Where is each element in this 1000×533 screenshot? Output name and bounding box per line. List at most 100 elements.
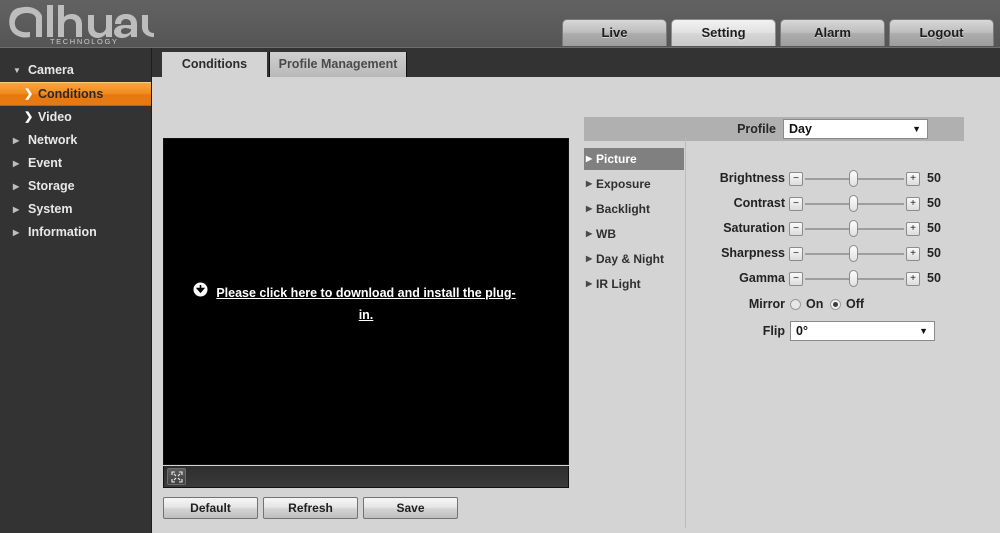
sidebar-item-video[interactable]: ❯ Video [0,106,151,129]
submenu-label-backlight: Backlight [596,202,651,216]
chevron-down-icon: ▼ [912,124,921,134]
chevron-right-icon: ▶ [13,159,20,168]
sidebar-item-storage[interactable]: ▶ Storage [0,175,151,198]
video-preview[interactable]: Please click here to download and instal… [163,138,569,465]
sidebar-label-camera: Camera [28,63,74,77]
sharpness-increase-button[interactable]: + [906,247,920,261]
topnav-logout[interactable]: Logout [889,19,994,46]
triangle-right-icon: ▶ [586,179,593,188]
tab-profile-management[interactable]: Profile Management [269,52,407,77]
topnav-setting[interactable]: Setting [671,19,776,46]
saturation-value: 50 [927,221,941,235]
brightness-value: 50 [927,171,941,185]
sidebar-item-event[interactable]: ▶ Event [0,152,151,175]
submenu-item-picture[interactable]: ▶ Picture [584,148,684,170]
refresh-button[interactable]: Refresh [263,497,358,519]
topnav-alarm[interactable]: Alarm [780,19,885,46]
sidebar-label-event: Event [28,156,63,170]
sidebar-item-system[interactable]: ▶ System [0,198,151,221]
saturation-row: Saturation − + 50 [697,216,997,241]
app-root: TECHNOLOGY Live Setting Alarm Logout ▼ C… [0,0,1000,533]
chevron-right-icon: ❯ [24,111,34,123]
profile-select[interactable]: Day ▼ [783,119,928,139]
sharpness-value: 50 [927,246,941,260]
submenu-label-wb: WB [596,227,616,241]
sidebar-item-camera[interactable]: ▼ Camera [0,59,151,82]
download-circle-icon [193,282,208,297]
profile-select-value: Day [789,122,812,136]
sidebar-label-system: System [28,202,73,216]
svg-text:TECHNOLOGY: TECHNOLOGY [50,37,119,46]
contrast-value: 50 [927,196,941,210]
contrast-decrease-button[interactable]: − [789,197,803,211]
sidebar-item-information[interactable]: ▶ Information [0,221,151,244]
gamma-slider-thumb[interactable] [849,270,858,287]
sidebar-label-information: Information [28,225,97,239]
submenu-item-day-night[interactable]: ▶ Day & Night [584,248,684,270]
profile-label: Profile [737,122,776,136]
sharpness-decrease-button[interactable]: − [789,247,803,261]
profile-bar: Profile Day ▼ [584,117,964,141]
saturation-decrease-button[interactable]: − [789,222,803,236]
saturation-label: Saturation [723,221,785,235]
saturation-increase-button[interactable]: + [906,222,920,236]
chevron-right-icon: ❯ [24,88,34,100]
sidebar-label-storage: Storage [28,179,75,193]
gamma-row: Gamma − + 50 [697,266,997,291]
gamma-decrease-button[interactable]: − [789,272,803,286]
flip-row: Flip 0° ▼ [697,318,997,345]
submenu-item-wb[interactable]: ▶ WB [584,223,684,245]
chevron-right-icon: ▶ [13,228,20,237]
brightness-slider-thumb[interactable] [849,170,858,187]
plugin-download-link[interactable]: Please click here to download and instal… [210,282,522,326]
save-button[interactable]: Save [363,497,458,519]
chevron-right-icon: ▶ [13,136,20,145]
plugin-message-block: Please click here to download and instal… [164,282,568,326]
submenu-item-ir-light[interactable]: ▶ IR Light [584,273,684,295]
mirror-radio-on[interactable] [790,299,801,310]
submenu-item-exposure[interactable]: ▶ Exposure [584,173,684,195]
submenu-label-picture: Picture [596,152,637,166]
action-buttons: Default Refresh Save [163,497,458,519]
gamma-increase-button[interactable]: + [906,272,920,286]
sharpness-row: Sharpness − + 50 [697,241,997,266]
app-header: TECHNOLOGY Live Setting Alarm Logout [0,0,1000,48]
fullscreen-icon[interactable] [167,468,186,485]
sidebar-item-network[interactable]: ▶ Network [0,129,151,152]
triangle-right-icon: ▶ [586,229,593,238]
video-toolbar [163,466,569,488]
submenu-label-day-night: Day & Night [596,252,665,266]
flip-label: Flip [762,324,785,338]
conditions-panel: Please click here to download and instal… [152,77,1000,533]
content-area: Conditions Profile Management Please cli… [152,48,1000,533]
contrast-increase-button[interactable]: + [906,197,920,211]
contrast-slider-thumb[interactable] [849,195,858,212]
sidebar-item-conditions[interactable]: ❯ Conditions [0,82,151,106]
chevron-down-icon: ▼ [13,66,21,75]
flip-select[interactable]: 0° ▼ [790,321,935,341]
brightness-increase-button[interactable]: + [906,172,920,186]
chevron-right-icon: ▶ [13,182,20,191]
dahua-logo: TECHNOLOGY [8,2,158,46]
default-button[interactable]: Default [163,497,258,519]
chevron-right-icon: ▶ [13,205,20,214]
saturation-slider-thumb[interactable] [849,220,858,237]
triangle-right-icon: ▶ [586,279,593,288]
picture-controls: Brightness − + 50 Contrast − + 50 Satura… [697,166,997,345]
topnav-live[interactable]: Live [562,19,667,46]
tab-conditions[interactable]: Conditions [162,52,267,77]
triangle-right-icon: ▶ [586,254,593,263]
sharpness-label: Sharpness [721,246,785,260]
submenu-item-backlight[interactable]: ▶ Backlight [584,198,684,220]
triangle-right-icon: ▶ [586,154,593,163]
mirror-off-label: Off [846,297,865,311]
submenu-label-ir-light: IR Light [596,277,641,291]
brightness-row: Brightness − + 50 [697,166,997,191]
sharpness-slider-thumb[interactable] [849,245,858,262]
sidebar-label-conditions: Conditions [38,87,104,101]
mirror-radio-off[interactable] [830,299,841,310]
mirror-on-label: On [806,297,824,311]
tab-strip: Conditions Profile Management [152,48,1000,77]
contrast-row: Contrast − + 50 [697,191,997,216]
brightness-decrease-button[interactable]: − [789,172,803,186]
